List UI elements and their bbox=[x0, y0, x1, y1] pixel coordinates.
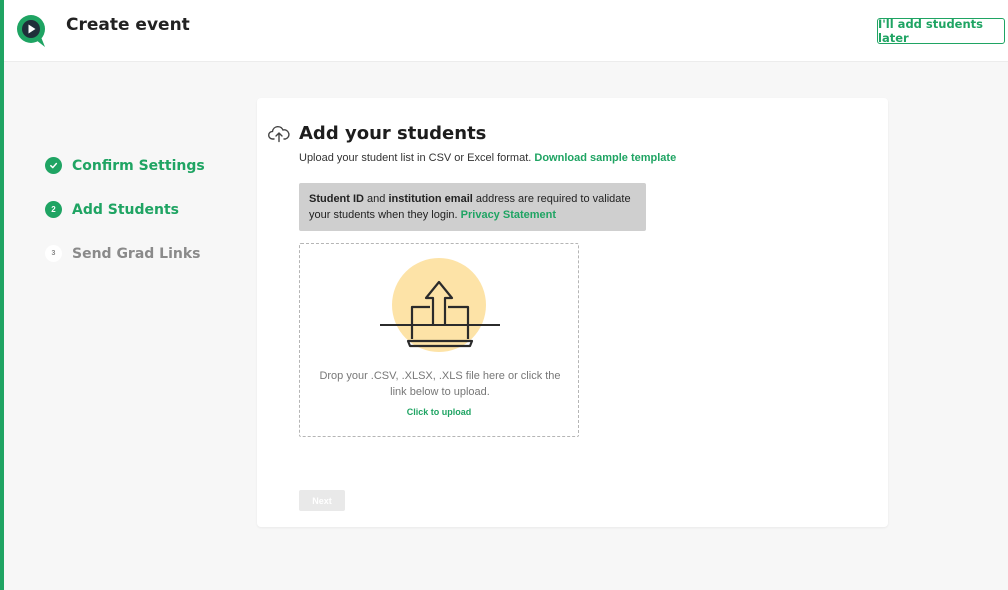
step-number: 2 bbox=[45, 201, 62, 218]
card-title: Add your students bbox=[299, 123, 487, 144]
notice-bold-email: institution email bbox=[388, 193, 473, 205]
notice-text: and bbox=[364, 193, 389, 205]
add-students-card: Add your students Upload your student li… bbox=[257, 98, 888, 527]
check-icon bbox=[45, 157, 62, 174]
dropzone-instructions: Drop your .CSV, .XLSX, .XLS file here or… bbox=[319, 370, 561, 398]
step-label: Send Grad Links bbox=[72, 245, 201, 262]
privacy-statement-link[interactable]: Privacy Statement bbox=[461, 209, 556, 221]
step-confirm-settings[interactable]: Confirm Settings bbox=[45, 157, 205, 174]
step-label: Add Students bbox=[72, 201, 180, 218]
step-number: 3 bbox=[45, 245, 62, 262]
add-students-later-button[interactable]: I'll add students later bbox=[877, 17, 1005, 45]
click-to-upload-link[interactable]: Click to upload bbox=[300, 407, 578, 417]
download-template-link[interactable]: Download sample template bbox=[534, 152, 676, 164]
required-fields-notice: Student ID and institution email address… bbox=[299, 183, 646, 231]
file-dropzone[interactable]: Drop your .CSV, .XLSX, .XLS file here or… bbox=[299, 243, 579, 437]
step-send-grad-links[interactable]: 3 Send Grad Links bbox=[45, 245, 201, 262]
laptop-upload-icon bbox=[380, 258, 500, 352]
card-subtitle: Upload your student list in CSV or Excel… bbox=[299, 152, 676, 164]
cloud-upload-icon bbox=[268, 126, 290, 143]
app-logo-icon bbox=[17, 15, 45, 47]
step-label: Confirm Settings bbox=[72, 157, 205, 174]
top-header: Create event I'll add students later bbox=[4, 0, 1008, 62]
notice-bold-student-id: Student ID bbox=[309, 193, 364, 205]
step-add-students[interactable]: 2 Add Students bbox=[45, 201, 179, 218]
page-title: Create event bbox=[66, 15, 190, 35]
left-accent-bar bbox=[0, 0, 4, 590]
subtitle-text: Upload your student list in CSV or Excel… bbox=[299, 152, 532, 164]
next-button[interactable]: Next bbox=[299, 490, 345, 511]
